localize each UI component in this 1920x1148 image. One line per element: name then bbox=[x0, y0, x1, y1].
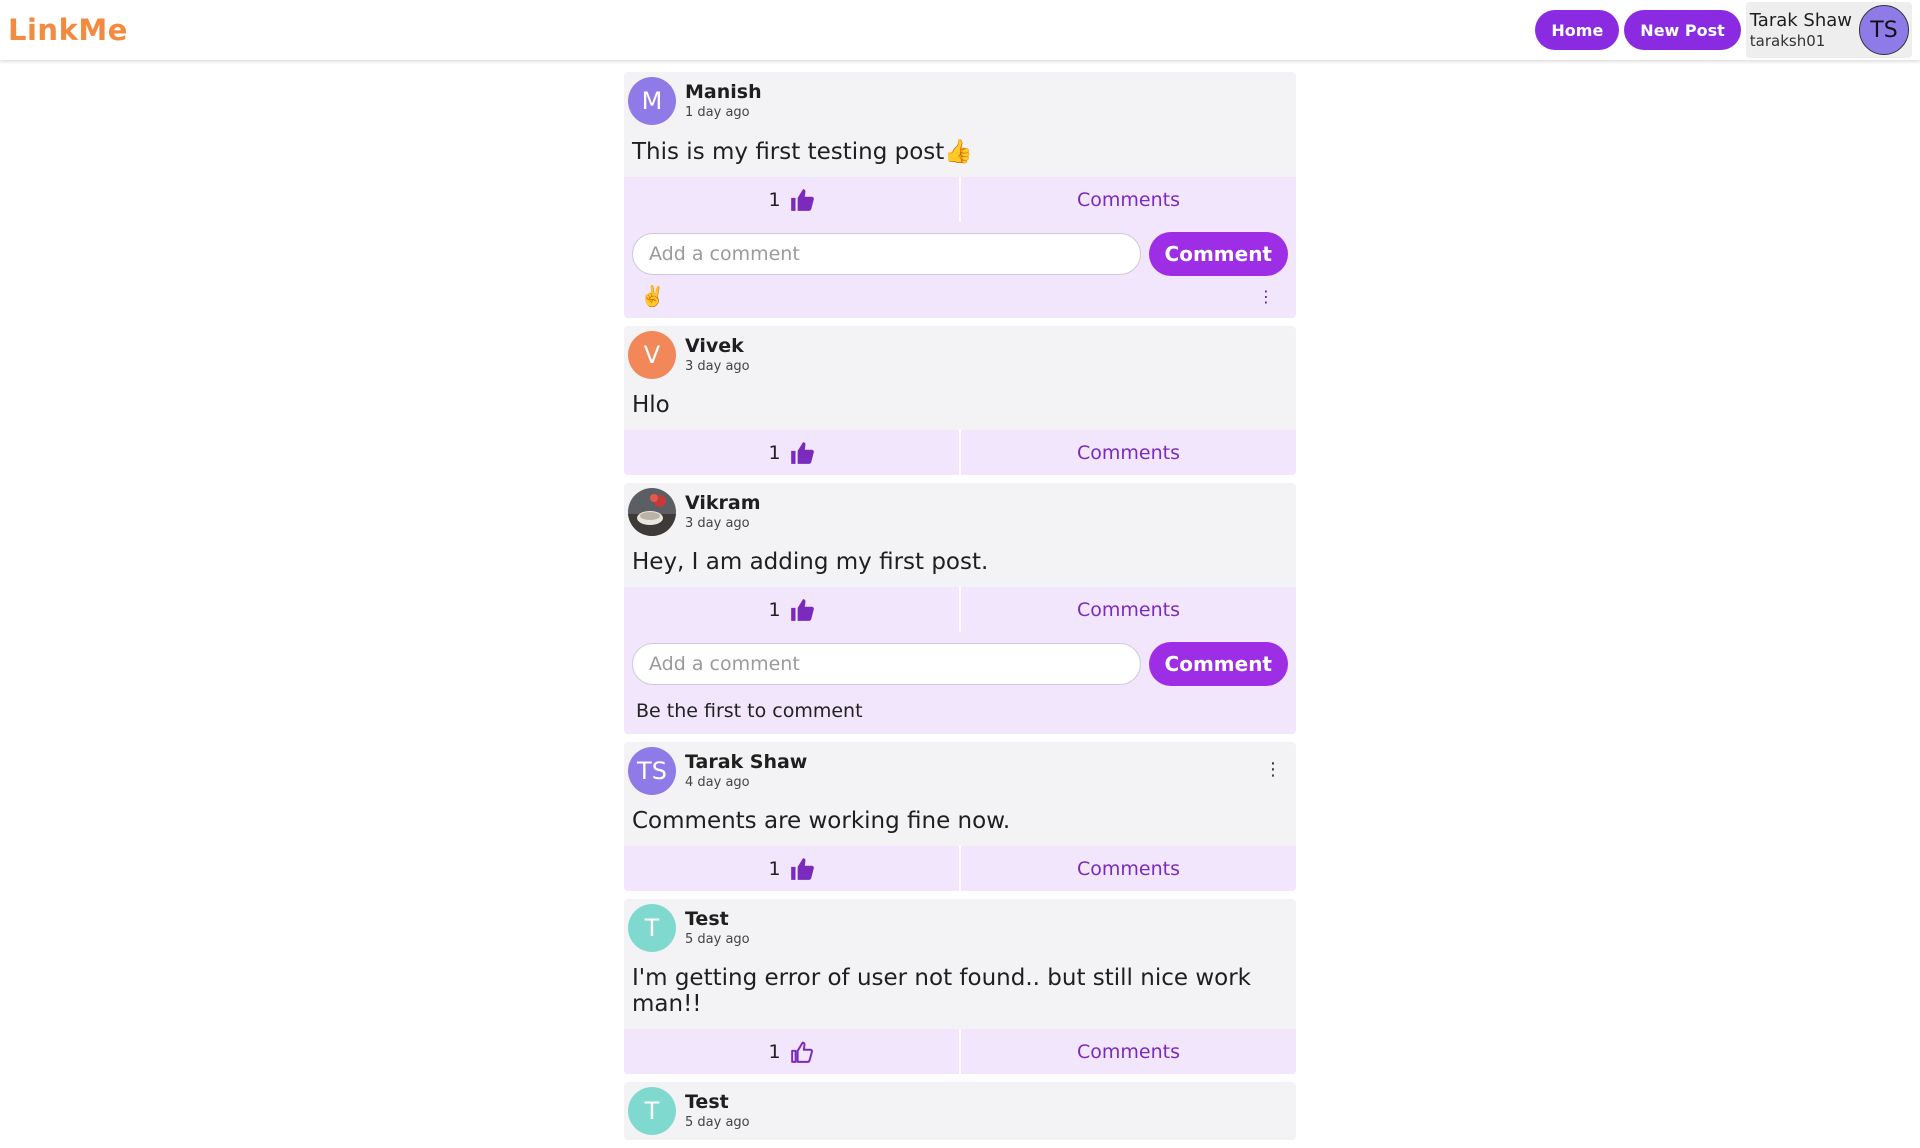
post-actions: 1 Comments bbox=[624, 587, 1296, 632]
author-avatar[interactable]: T bbox=[628, 904, 676, 952]
comment-section: Comment ✌️ ⋮ bbox=[624, 222, 1296, 318]
post-time: 3 day ago bbox=[685, 515, 750, 531]
post-time: 3 day ago bbox=[685, 358, 750, 374]
post-card: T Test 5 day ago I'm getting error of user … bbox=[624, 899, 1296, 1074]
brand-logo[interactable]: LinkMe bbox=[8, 13, 128, 47]
author-avatar[interactable]: T bbox=[628, 1087, 676, 1135]
author-avatar[interactable]: V bbox=[628, 331, 676, 379]
post-card: TS Tarak Shaw 4 day ago ⋮ Comments are worki… bbox=[624, 742, 1296, 891]
post-card: M Manish 1 day ago This is my first testing… bbox=[624, 72, 1296, 318]
post-text: I'm getting error of user not found.. bu… bbox=[632, 965, 1251, 1017]
comment-submit-button[interactable]: Comment bbox=[1148, 642, 1288, 686]
comment-section: Comment Be the first to comment bbox=[624, 632, 1296, 734]
like-button[interactable]: 1 bbox=[624, 177, 961, 222]
comment-options-icon[interactable]: ⋮ bbox=[1258, 287, 1274, 306]
author-name[interactable]: Vivek bbox=[685, 334, 750, 359]
post-header: V Vivek 3 day ago bbox=[624, 326, 1296, 384]
like-button[interactable]: 1 bbox=[624, 846, 961, 891]
comment-submit-button[interactable]: Comment bbox=[1148, 232, 1288, 276]
user-profile-chip[interactable]: Tarak Shaw taraksh01 TS bbox=[1745, 2, 1912, 58]
thumbs-up-icon bbox=[790, 598, 814, 621]
post-actions: 1 Comments bbox=[624, 430, 1296, 475]
post-text: Hlo bbox=[632, 392, 670, 418]
like-count: 1 bbox=[768, 1040, 781, 1063]
comments-toggle[interactable]: Comments bbox=[961, 587, 1296, 632]
like-count: 1 bbox=[768, 441, 781, 464]
post-card: Vikram 3 day ago Hey, I am adding my first… bbox=[624, 483, 1296, 734]
comments-toggle[interactable]: Comments bbox=[961, 177, 1296, 222]
vikram-photo-icon bbox=[628, 488, 676, 536]
post-actions: 1 Comments bbox=[624, 177, 1296, 222]
more-options-icon[interactable]: ⋮ bbox=[1264, 761, 1282, 779]
user-info: Tarak Shaw taraksh01 bbox=[1750, 9, 1852, 52]
thumbs-up-outline-icon bbox=[790, 1041, 813, 1063]
thumbs-up-icon bbox=[790, 441, 814, 464]
like-button[interactable]: 1 bbox=[624, 587, 961, 632]
post-card: T Test 5 day ago bbox=[624, 1082, 1296, 1140]
post-header: Vikram 3 day ago bbox=[624, 483, 1296, 541]
comment-input[interactable] bbox=[632, 643, 1141, 685]
author-name[interactable]: Test bbox=[685, 907, 750, 932]
thumbs-up-icon bbox=[790, 857, 814, 880]
user-avatar[interactable]: TS bbox=[1859, 5, 1909, 55]
author-name[interactable]: Vikram bbox=[685, 491, 761, 516]
post-text: Comments are working fine now. bbox=[632, 808, 1011, 834]
no-comments-note: Be the first to comment bbox=[636, 700, 863, 722]
like-count: 1 bbox=[768, 188, 781, 211]
post-time: 1 day ago bbox=[685, 104, 750, 120]
like-count: 1 bbox=[768, 857, 781, 880]
post-time: 4 day ago bbox=[685, 774, 750, 790]
thumbs-up-icon bbox=[790, 188, 814, 211]
comment-form: Comment bbox=[632, 642, 1288, 686]
author-info: Tarak Shaw 4 day ago bbox=[685, 750, 807, 792]
post-actions: 1 Comments bbox=[624, 1029, 1296, 1074]
like-count: 1 bbox=[768, 598, 781, 621]
comments-toggle[interactable]: Comments bbox=[961, 1029, 1296, 1074]
top-navbar: LinkMe Home New Post Tarak Shaw taraksh0… bbox=[0, 0, 1920, 60]
author-info: Vikram 3 day ago bbox=[685, 491, 761, 533]
nav-actions: Home New Post Tarak Shaw taraksh01 TS bbox=[1535, 2, 1912, 58]
author-info: Vivek 3 day ago bbox=[685, 334, 750, 376]
post-feed: M Manish 1 day ago This is my first testing… bbox=[624, 72, 1296, 1148]
home-button[interactable]: Home bbox=[1535, 10, 1620, 50]
author-avatar[interactable] bbox=[628, 488, 676, 536]
post-text: This is my first testing post👍 bbox=[632, 139, 973, 165]
post-time: 5 day ago bbox=[685, 931, 750, 947]
author-avatar[interactable]: TS bbox=[628, 747, 676, 795]
author-name[interactable]: Manish bbox=[685, 80, 762, 105]
user-handle: taraksh01 bbox=[1749, 31, 1826, 50]
comment-item: ✌️ ⋮ bbox=[632, 276, 1288, 310]
post-actions: 1 Comments bbox=[624, 846, 1296, 891]
post-text: Hey, I am adding my first post. bbox=[632, 549, 989, 575]
comment-form: Comment bbox=[632, 232, 1288, 276]
comments-toggle[interactable]: Comments bbox=[961, 430, 1296, 475]
user-name: Tarak Shaw bbox=[1749, 9, 1852, 31]
author-name[interactable]: Tarak Shaw bbox=[685, 750, 807, 775]
comment-input[interactable] bbox=[632, 233, 1141, 275]
comment-text: ✌️ bbox=[640, 284, 665, 308]
author-name[interactable]: Test bbox=[685, 1090, 750, 1115]
post-time: 5 day ago bbox=[685, 1114, 750, 1130]
author-info: Test 5 day ago bbox=[685, 907, 750, 949]
post-header: M Manish 1 day ago bbox=[624, 72, 1296, 130]
post-header: T Test 5 day ago bbox=[624, 899, 1296, 957]
post-header: T Test 5 day ago bbox=[624, 1082, 1296, 1140]
post-card: V Vivek 3 day ago Hlo 1 Comments bbox=[624, 326, 1296, 475]
author-info: Manish 1 day ago bbox=[685, 80, 762, 122]
post-header: TS Tarak Shaw 4 day ago ⋮ bbox=[624, 742, 1296, 800]
author-info: Test 5 day ago bbox=[685, 1090, 750, 1132]
like-button[interactable]: 1 bbox=[624, 1029, 961, 1074]
author-avatar[interactable]: M bbox=[628, 77, 676, 125]
new-post-button[interactable]: New Post bbox=[1624, 10, 1741, 50]
comments-toggle[interactable]: Comments bbox=[961, 846, 1296, 891]
like-button[interactable]: 1 bbox=[624, 430, 961, 475]
